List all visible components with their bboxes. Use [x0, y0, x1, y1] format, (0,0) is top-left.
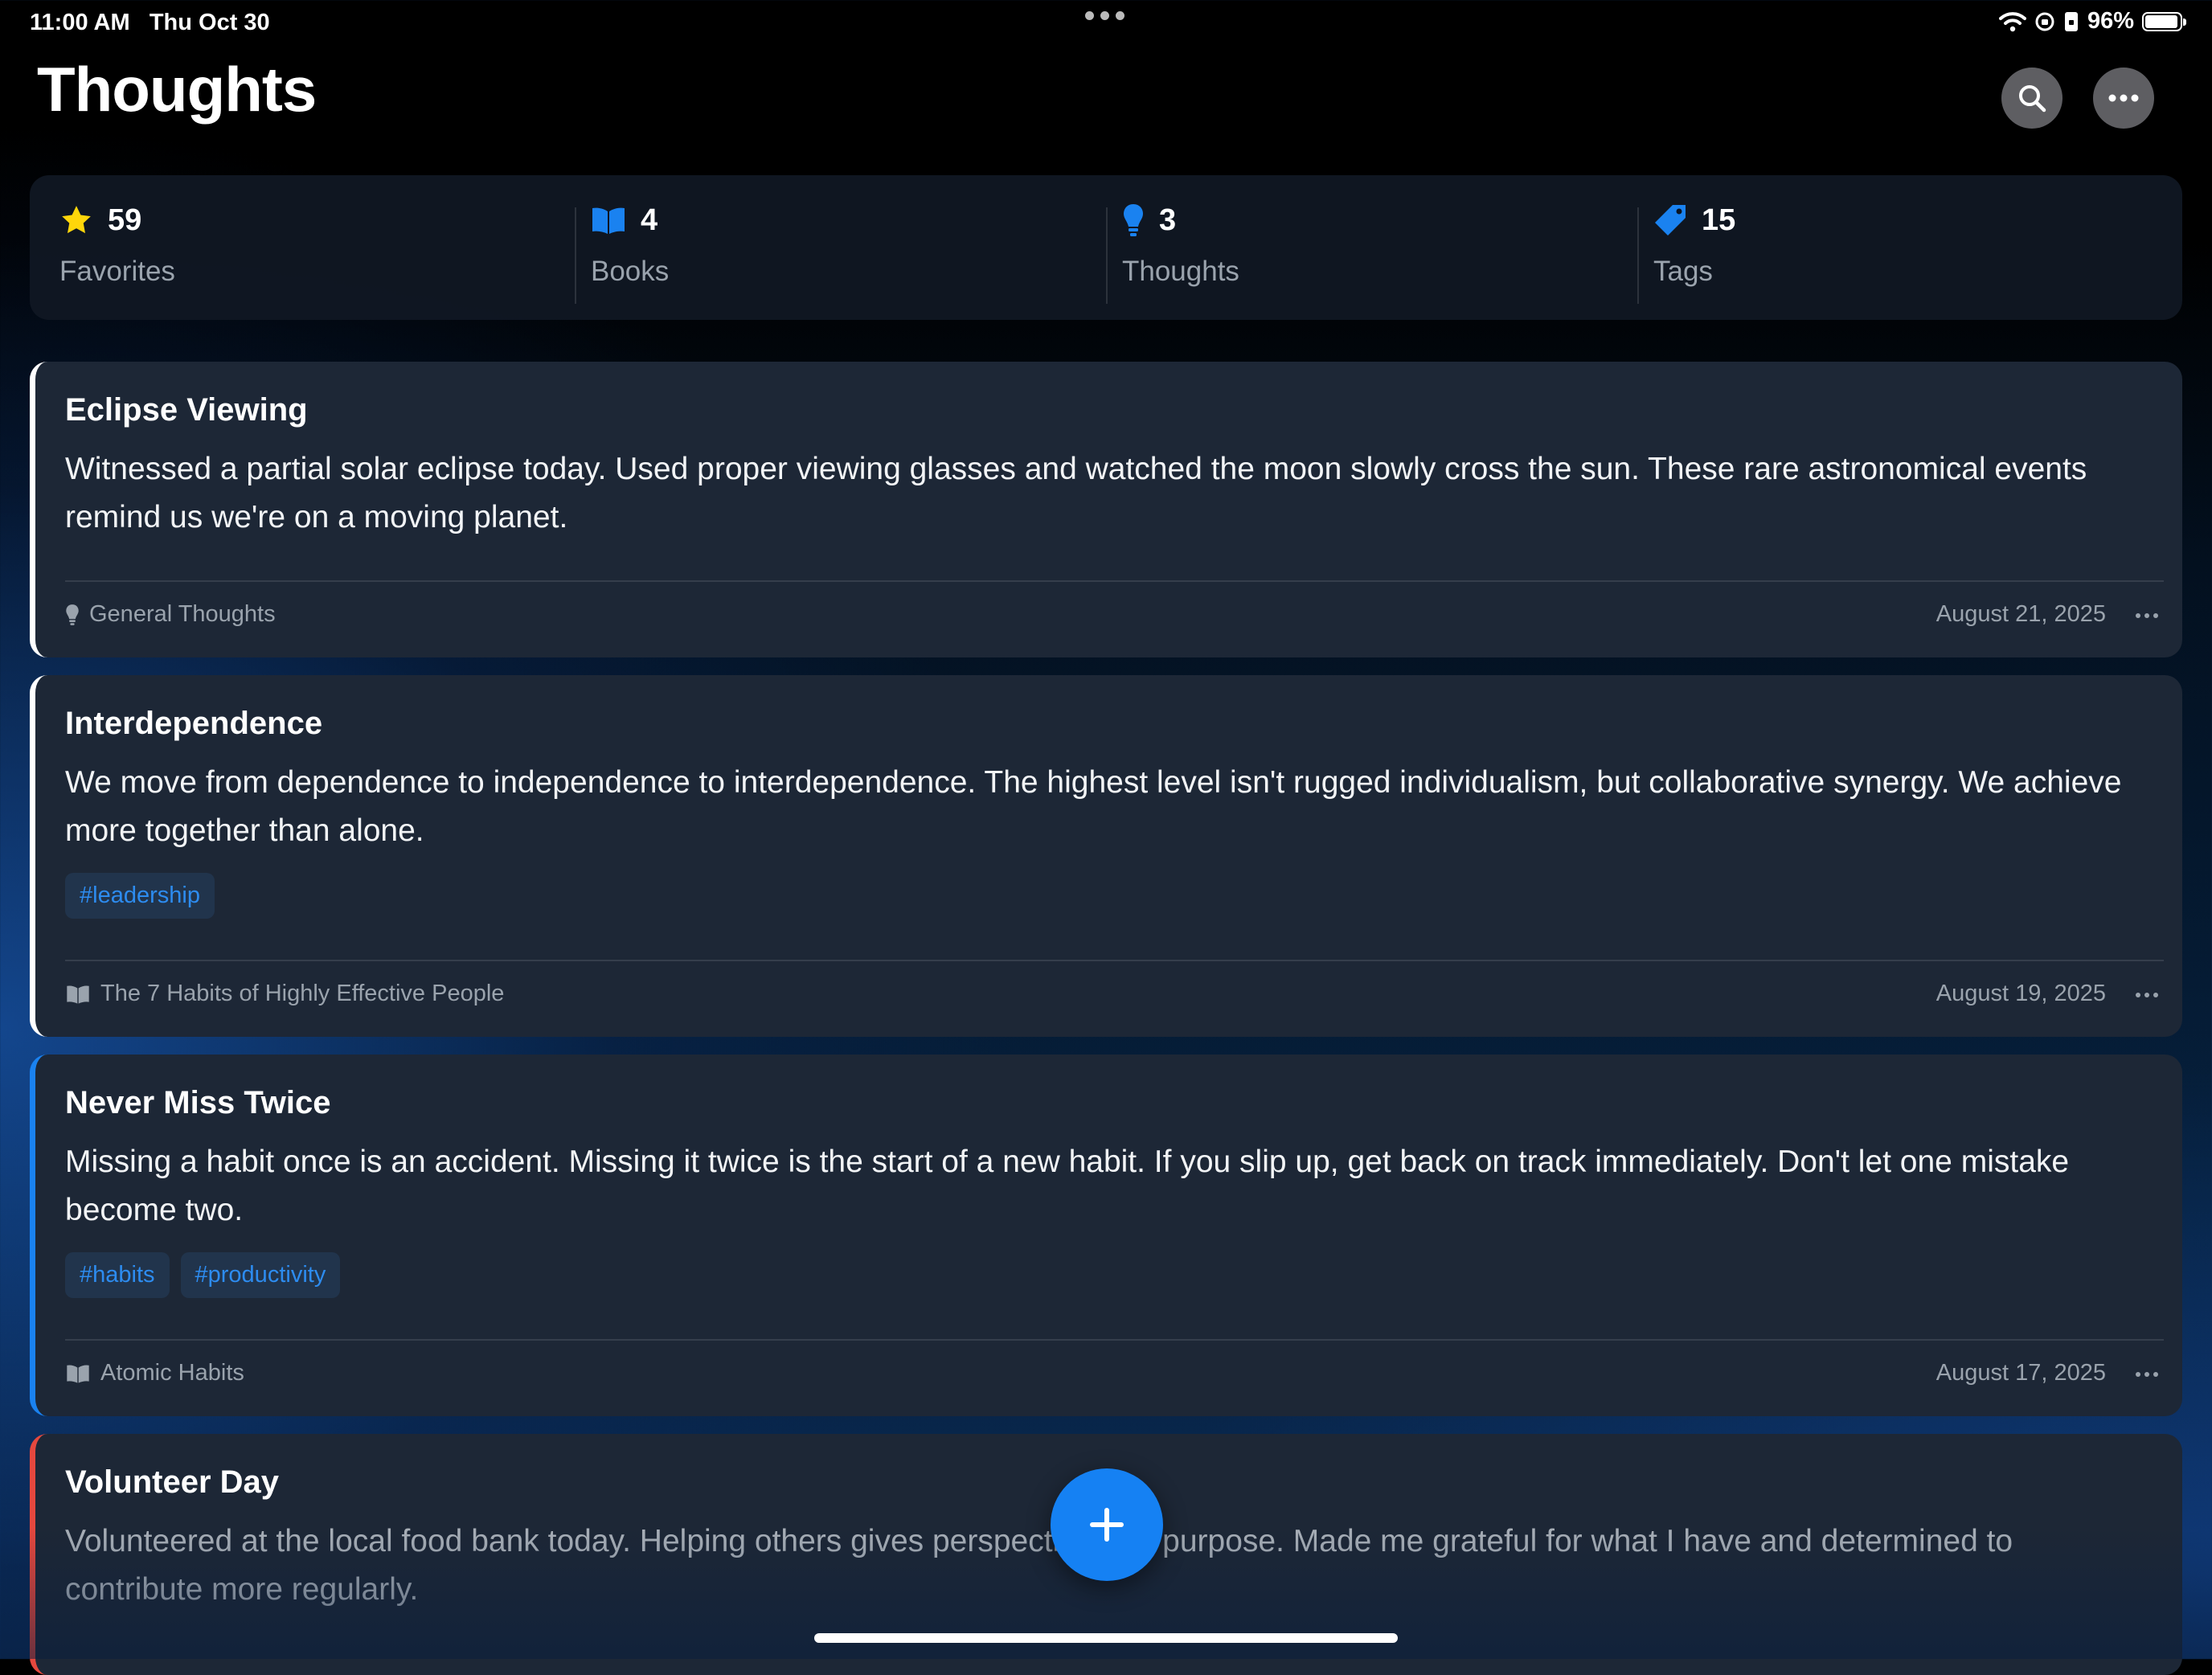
card-title: Volunteer Day: [65, 1464, 279, 1500]
card-body: We move from dependence to independence …: [65, 765, 2122, 848]
add-thought-button[interactable]: [1051, 1468, 1163, 1581]
stat-label: Favorites: [59, 256, 175, 287]
stat-favorites[interactable]: 59 Favorites: [59, 199, 175, 288]
stat-divider: [575, 207, 576, 304]
card-source-label: General Thoughts: [89, 601, 276, 627]
home-indicator[interactable]: [814, 1633, 1398, 1643]
thought-card-interdependence[interactable]: Interdependence We move from dependence …: [30, 675, 2182, 1037]
card-source[interactable]: General Thoughts: [65, 601, 276, 628]
status-indicators: 96%: [1998, 8, 2186, 35]
orientation-lock-icon: [2035, 12, 2054, 31]
status-time: 11:00 AM Thu Oct 30: [30, 10, 270, 35]
stat-thoughts[interactable]: 3 Thoughts: [1122, 199, 1239, 288]
star-icon: [62, 206, 91, 234]
more-options-button[interactable]: [2093, 68, 2154, 129]
book-icon: [67, 985, 89, 1004]
stat-label: Thoughts: [1122, 256, 1239, 287]
stat-value: 3: [1159, 203, 1177, 237]
magnifying-glass-icon: [2019, 85, 2046, 113]
card-date: August 21, 2025: [1936, 601, 2106, 627]
card-divider: [65, 960, 2164, 961]
card-source-label: The 7 Habits of Highly Effective People: [100, 981, 505, 1006]
book-icon: [592, 207, 625, 234]
card-title: Interdependence: [65, 706, 323, 741]
card-title: Never Miss Twice: [65, 1085, 331, 1120]
battery-percent: 96%: [2087, 8, 2134, 34]
plus-icon: [1090, 1508, 1124, 1542]
card-title: Eclipse Viewing: [65, 392, 308, 428]
portrait-lock-icon: [2064, 11, 2078, 31]
card-divider: [65, 580, 2164, 582]
stat-value: 59: [108, 203, 142, 237]
lightbulb-icon: [1124, 204, 1143, 236]
card-more-button[interactable]: [2136, 993, 2158, 997]
lightbulb-icon: [66, 604, 79, 625]
thought-card-never-miss-twice[interactable]: Never Miss Twice Missing a habit once is…: [30, 1055, 2182, 1416]
card-tags: #habits #productivity: [65, 1252, 341, 1298]
status-bar: 11:00 AM Thu Oct 30 96%: [0, 0, 2212, 48]
search-button[interactable]: [2001, 68, 2062, 129]
multitasking-dots-icon[interactable]: [1085, 11, 1124, 20]
stats-panel: 59 Favorites 4 Books 3 Thoughts 15 Tags: [30, 175, 2182, 320]
stat-divider: [1637, 207, 1639, 304]
card-tags: #leadership: [65, 873, 215, 919]
book-icon: [67, 1364, 89, 1383]
card-body: Witnessed a partial solar eclipse today.…: [65, 452, 2087, 534]
tag-chip[interactable]: #productivity: [180, 1252, 341, 1298]
card-divider: [65, 1339, 2164, 1341]
tag-icon: [1655, 205, 1686, 235]
stat-tags[interactable]: 15 Tags: [1653, 199, 1735, 288]
stat-value: 4: [641, 203, 658, 237]
stat-value: 15: [1702, 203, 1736, 237]
card-source[interactable]: The 7 Habits of Highly Effective People: [65, 981, 504, 1007]
stat-books[interactable]: 4 Books: [591, 199, 669, 288]
card-date: August 17, 2025: [1936, 1360, 2106, 1386]
thought-card-eclipse-viewing[interactable]: Eclipse Viewing Witnessed a partial sola…: [30, 362, 2182, 657]
card-more-button[interactable]: [2136, 1372, 2158, 1377]
card-source[interactable]: Atomic Habits: [65, 1360, 244, 1386]
tag-chip[interactable]: #habits: [65, 1252, 170, 1298]
wifi-icon: [1998, 11, 2026, 31]
card-more-button[interactable]: [2136, 613, 2158, 618]
card-source-label: Atomic Habits: [100, 1360, 244, 1386]
card-date: August 19, 2025: [1936, 981, 2106, 1006]
page-title: Thoughts: [37, 54, 317, 125]
card-body: Missing a habit once is an accident. Mis…: [65, 1145, 2070, 1227]
tag-chip[interactable]: #leadership: [65, 873, 215, 919]
stat-divider: [1106, 207, 1108, 304]
stat-label: Books: [591, 256, 670, 287]
stat-label: Tags: [1653, 256, 1713, 287]
ellipsis-icon: [2108, 94, 2139, 102]
battery-icon: [2142, 11, 2186, 31]
